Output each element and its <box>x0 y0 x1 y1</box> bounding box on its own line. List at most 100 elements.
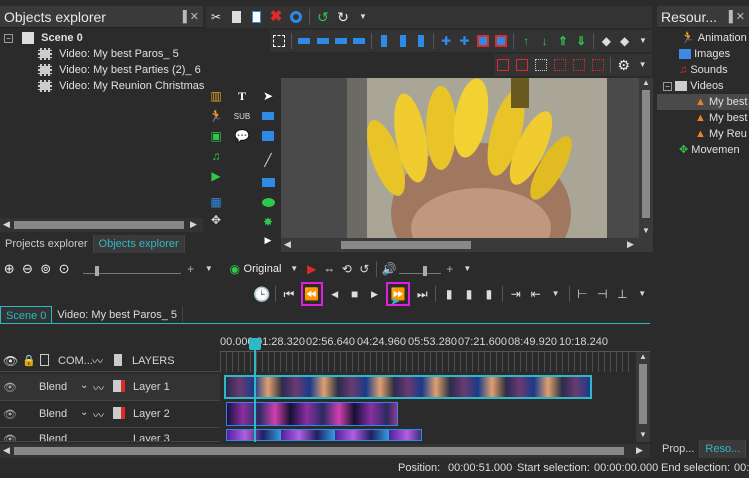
music-icon[interactable]: ♫ <box>208 148 224 164</box>
volume-icon[interactable]: 🔊 <box>382 261 397 277</box>
star-icon[interactable]: ✸ <box>260 214 276 230</box>
playhead-handle[interactable] <box>249 338 261 350</box>
dropdown-icon[interactable]: ▼ <box>287 261 301 277</box>
fit-full-icon[interactable] <box>494 33 508 49</box>
mark-icon[interactable]: ▮ <box>461 286 477 302</box>
callout-icon[interactable] <box>260 128 276 144</box>
page-icon[interactable] <box>40 354 49 366</box>
align-start-icon[interactable]: ⊢ <box>575 286 591 302</box>
tree-item-video-1[interactable]: Video: My best Paros_ 5 <box>0 46 203 62</box>
tab-properties[interactable]: Prop... <box>657 440 701 458</box>
move-icon[interactable]: ✥ <box>208 212 224 228</box>
layer-name[interactable]: Layer 3 <box>133 433 170 441</box>
resource-animation[interactable]: 🏃 Animation <box>657 30 749 46</box>
audio-wave-icon[interactable]: 〰 <box>93 380 104 396</box>
shapes-icon[interactable]: ◆ <box>599 33 613 49</box>
visibility-icon[interactable]: 👁 <box>3 381 17 394</box>
panel-pin-icon[interactable]: ▐ ✕ <box>179 6 199 28</box>
dropdown-icon[interactable]: ▼ <box>636 33 650 49</box>
align-right-icon[interactable] <box>334 33 348 49</box>
gear-icon[interactable]: ⚙ <box>616 57 631 73</box>
playhead[interactable] <box>254 338 256 442</box>
align-middle-icon[interactable] <box>396 33 410 49</box>
stop-icon[interactable]: ■ <box>347 286 363 302</box>
timeline-ruler[interactable]: 00.000 01:28.320 02:56.640 04:24.960 05:… <box>220 330 650 352</box>
preview-vscroll[interactable]: ▲ ▼ <box>639 78 653 238</box>
align-center-icon[interactable] <box>315 33 329 49</box>
line-icon[interactable]: ╱ <box>260 152 276 168</box>
mark-in-icon[interactable]: ▮ <box>441 286 457 302</box>
plus-icon[interactable]: + <box>183 261 197 277</box>
zoom-mode-select[interactable]: Original <box>244 263 282 275</box>
copy-icon[interactable] <box>228 9 244 25</box>
scroll-up-icon[interactable]: ▲ <box>642 78 650 87</box>
preview-hscroll[interactable]: ◀ ▶ <box>281 238 639 252</box>
go-start-icon[interactable]: ⏮ <box>281 286 297 302</box>
split-icon[interactable]: ⇥ <box>508 286 524 302</box>
resource-video-3[interactable]: ▲ My Reu <box>657 126 749 142</box>
chart-icon[interactable]: ▥ <box>208 88 224 104</box>
blend-mode-label[interactable]: Blend <box>39 433 67 441</box>
snap-2-icon[interactable] <box>515 57 530 73</box>
timeline-hscroll[interactable]: ◀ ▶ <box>0 444 650 458</box>
align-vbottom-icon[interactable] <box>414 33 428 49</box>
distribute-icon[interactable]: ⊥ <box>614 286 630 302</box>
zoom-slider[interactable] <box>83 264 182 276</box>
scroll-thumb[interactable] <box>642 90 650 218</box>
collapse-icon[interactable]: − <box>4 33 13 43</box>
ellipse-icon[interactable] <box>260 194 276 210</box>
tree-item-video-2[interactable]: Video: My best Parties (2)_ 6 <box>0 62 203 78</box>
panel-pin-icon[interactable]: ▐ ✕ <box>725 6 745 28</box>
fit-width-icon[interactable]: ⇔ <box>322 261 336 277</box>
align-bottom-icon[interactable] <box>352 33 366 49</box>
clip-track[interactable] <box>224 375 592 399</box>
image-icon[interactable]: ▣ <box>208 128 224 144</box>
dropdown-icon[interactable]: ▼ <box>461 261 475 277</box>
paste-icon[interactable] <box>248 9 264 25</box>
move-up-icon[interactable]: ↑ <box>519 33 533 49</box>
move-top-icon[interactable]: ⇑ <box>556 33 570 49</box>
mark-out-icon[interactable]: ▮ <box>481 286 497 302</box>
zoom-100-icon[interactable]: ⊙ <box>57 261 71 277</box>
scroll-right-icon[interactable]: ▶ <box>636 445 643 456</box>
scroll-left-icon[interactable]: ◀ <box>3 219 10 230</box>
stretch-v-icon[interactable]: ✚ <box>457 33 471 49</box>
slider-thumb[interactable] <box>95 266 100 276</box>
tab-resources[interactable]: Reso... <box>700 440 747 458</box>
resource-movement[interactable]: ✥ Movemen <box>657 142 749 158</box>
eye-icon[interactable]: ◉ <box>228 261 242 277</box>
scroll-thumb[interactable] <box>14 221 184 229</box>
scroll-left-icon[interactable]: ◀ <box>284 239 291 250</box>
dropdown-icon[interactable]: ▼ <box>202 261 216 277</box>
volume-slider[interactable] <box>398 264 442 276</box>
plus-icon[interactable]: + <box>443 261 457 277</box>
join-icon[interactable]: ⇤ <box>528 286 544 302</box>
repeat-icon[interactable]: ↺ <box>357 261 371 277</box>
timeline-vscroll[interactable]: ▲ ▼ <box>636 352 650 442</box>
redo-icon[interactable]: ↻ <box>335 9 351 25</box>
layer-name[interactable]: Layer 2 <box>133 408 170 420</box>
rect-icon[interactable] <box>260 108 276 124</box>
move-down-icon[interactable]: ↓ <box>537 33 551 49</box>
zoom-out-icon[interactable]: ⊖ <box>20 261 34 277</box>
layer-name[interactable]: Layer 1 <box>133 381 170 393</box>
animation-icon[interactable]: 🏃 <box>208 108 224 124</box>
play-video-icon[interactable]: ▶ <box>208 168 224 184</box>
pointer-icon[interactable]: ➤ <box>260 88 276 104</box>
objects-explorer-hscroll[interactable]: ◀ ▶ <box>0 218 203 232</box>
go-end-icon[interactable]: ⏭ <box>414 286 430 302</box>
scroll-right-icon[interactable]: ▶ <box>627 239 634 250</box>
speech-icon[interactable]: 💬 <box>234 128 250 144</box>
grid-3-icon[interactable] <box>572 57 587 73</box>
blend-mode-label[interactable]: Blend <box>39 381 67 393</box>
scroll-thumb[interactable] <box>341 241 471 249</box>
grid-icon[interactable] <box>534 57 549 73</box>
blend-dropdown-icon[interactable]: ⌄ <box>80 407 88 418</box>
dropdown-icon[interactable]: ▼ <box>635 57 650 73</box>
group-icon[interactable] <box>272 33 286 49</box>
play-icon[interactable]: ▶ <box>367 286 383 302</box>
visibility-icon[interactable]: 👁 <box>3 433 17 441</box>
scroll-right-icon[interactable]: ▶ <box>190 219 197 230</box>
lock-icon[interactable]: 🔒 <box>22 354 36 367</box>
clip-track[interactable] <box>226 402 398 426</box>
